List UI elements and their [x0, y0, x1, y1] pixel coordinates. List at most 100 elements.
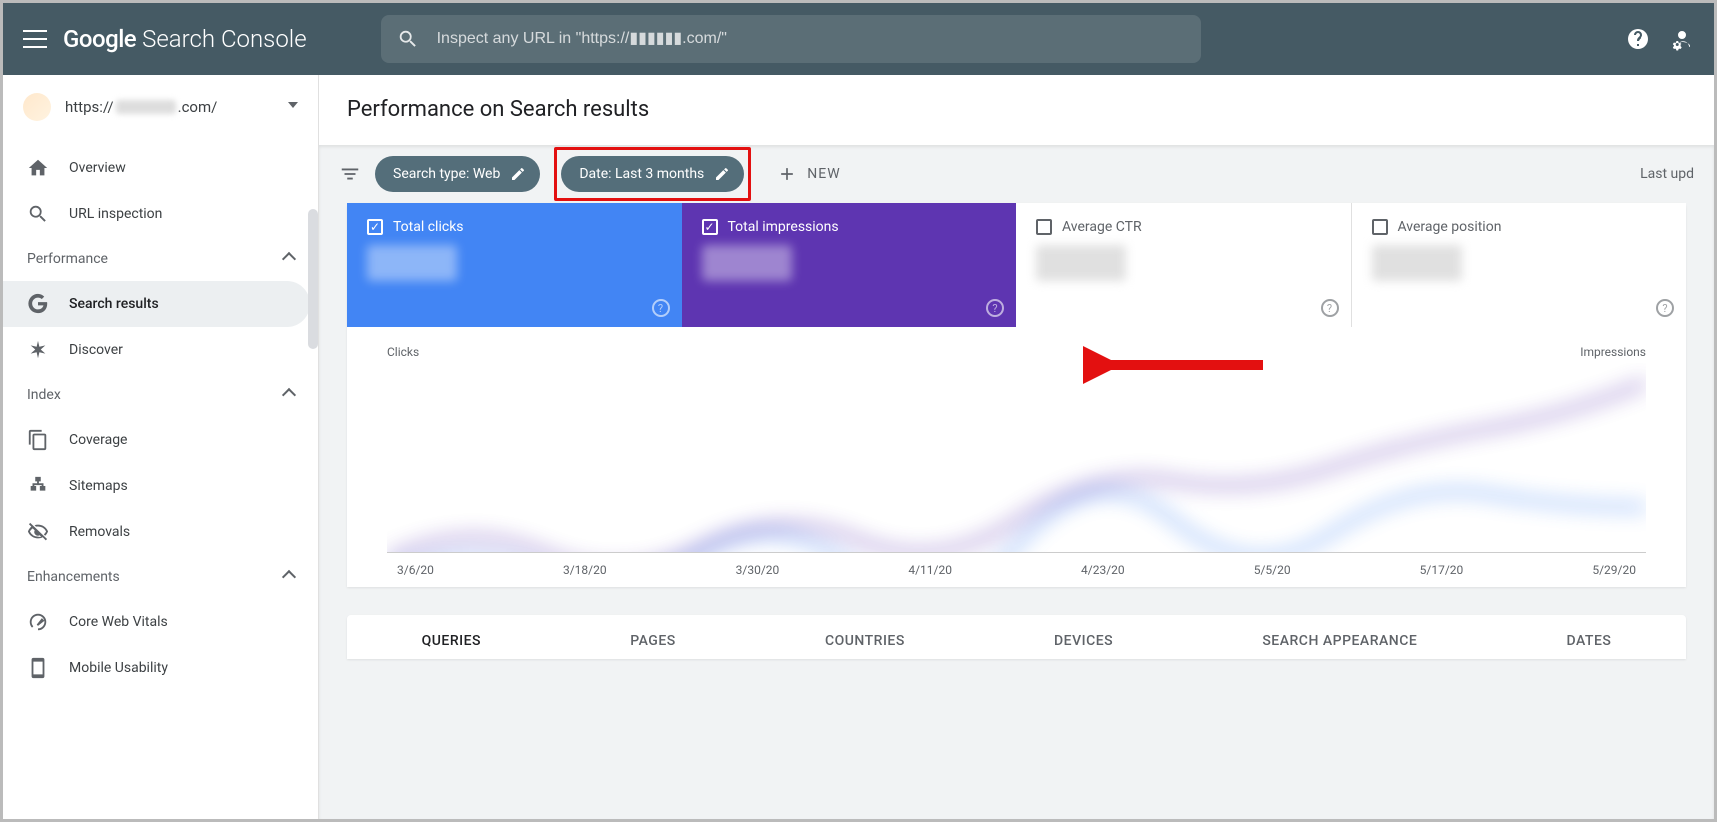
sidebar-item-label: Search results: [69, 296, 159, 312]
plus-icon: [777, 164, 797, 184]
metric-average-position[interactable]: Average position ?: [1352, 203, 1687, 327]
metric-value-redacted: [367, 245, 457, 281]
asterisk-icon: [27, 339, 49, 361]
help-icon[interactable]: ?: [652, 299, 670, 317]
sidebar-item-mobile-usability[interactable]: Mobile Usability: [3, 645, 310, 691]
menu-icon[interactable]: [23, 27, 47, 51]
property-selector[interactable]: https://.com/: [3, 75, 318, 139]
scrollbar[interactable]: [308, 209, 318, 349]
smartphone-icon: [27, 657, 49, 679]
checkbox-checked-icon: [367, 219, 383, 235]
sidebar-item-label: Sitemaps: [69, 478, 128, 494]
help-icon[interactable]: ?: [1321, 299, 1339, 317]
google-g-icon: [27, 293, 49, 315]
add-filter-button[interactable]: NEW: [777, 164, 840, 184]
edit-icon: [510, 166, 526, 182]
property-favicon: [23, 93, 51, 121]
property-url: https://.com/: [65, 98, 288, 116]
sidebar-item-coverage[interactable]: Coverage: [3, 417, 310, 463]
x-tick: 4/11/20: [908, 563, 952, 577]
product-logo: Google Search Console: [63, 25, 307, 53]
sidebar-group-performance[interactable]: Performance: [3, 237, 318, 281]
app-header: Google Search Console: [3, 3, 1714, 75]
metric-average-ctr[interactable]: Average CTR ?: [1016, 203, 1352, 327]
sidebar-item-removals[interactable]: Removals: [3, 509, 310, 555]
help-icon[interactable]: ?: [1656, 299, 1674, 317]
tab-pages[interactable]: PAGES: [620, 633, 686, 659]
visibility-off-icon: [27, 521, 49, 543]
chip-label: Date: Last 3 months: [579, 166, 704, 182]
metric-label: Total clicks: [393, 219, 464, 235]
sidebar-item-search-results[interactable]: Search results: [3, 281, 310, 327]
sidebar-item-label: Core Web Vitals: [69, 614, 168, 630]
copy-icon: [27, 429, 49, 451]
url-inspect-search[interactable]: [381, 15, 1201, 63]
help-icon[interactable]: [1626, 27, 1650, 51]
sidebar-item-core-web-vitals[interactable]: Core Web Vitals: [3, 599, 310, 645]
sidebar-item-overview[interactable]: Overview: [3, 145, 310, 191]
tab-search-appearance[interactable]: SEARCH APPEARANCE: [1252, 633, 1427, 659]
metric-value-redacted: [1036, 245, 1126, 281]
tab-dates[interactable]: DATES: [1557, 633, 1622, 659]
metrics-row: Total clicks ? Total impressions ? Avera…: [347, 203, 1686, 327]
sidebar-item-url-inspection[interactable]: URL inspection: [3, 191, 310, 237]
chart-lines-blurred: [387, 363, 1646, 553]
sidebar-item-label: Coverage: [69, 432, 127, 448]
performance-chart[interactable]: 0 0: [387, 363, 1646, 553]
sidebar-item-label: URL inspection: [69, 206, 162, 222]
home-icon: [27, 157, 49, 179]
tab-countries[interactable]: COUNTRIES: [815, 633, 915, 659]
chart-area: Clicks Impressions 0 0 3/6/203/18/203/30…: [347, 327, 1686, 587]
metric-label: Average position: [1398, 219, 1502, 235]
metric-total-clicks[interactable]: Total clicks ?: [347, 203, 682, 327]
chevron-up-icon: [282, 570, 296, 584]
x-tick: 3/30/20: [736, 563, 780, 577]
checkbox-unchecked-icon: [1372, 219, 1388, 235]
chip-search-type[interactable]: Search type: Web: [375, 156, 540, 192]
tab-devices[interactable]: DEVICES: [1044, 633, 1123, 659]
user-settings-icon[interactable]: [1670, 27, 1694, 51]
logo-google: Google: [63, 25, 136, 53]
sidebar-item-sitemaps[interactable]: Sitemaps: [3, 463, 310, 509]
x-tick: 5/17/20: [1420, 563, 1464, 577]
metric-value-redacted: [702, 245, 792, 281]
chart-x-axis: 3/6/203/18/203/30/204/11/204/23/205/5/20…: [387, 553, 1646, 577]
dimension-tabs-card: QUERIES PAGES COUNTRIES DEVICES SEARCH APPEA…: [347, 615, 1686, 659]
search-icon: [27, 203, 49, 225]
chart-y-left-label: Clicks: [387, 345, 419, 359]
chip-label: Search type: Web: [393, 166, 500, 182]
metric-total-impressions[interactable]: Total impressions ?: [682, 203, 1017, 327]
checkbox-unchecked-icon: [1036, 219, 1052, 235]
sidebar-item-label: Discover: [69, 342, 123, 358]
metric-label: Average CTR: [1062, 219, 1142, 235]
checkbox-checked-icon: [702, 219, 718, 235]
sidebar-group-label: Performance: [27, 251, 108, 267]
chevron-down-icon: [288, 102, 298, 112]
speed-icon: [27, 611, 49, 633]
chip-date-range[interactable]: Date: Last 3 months: [561, 156, 744, 192]
sitemap-icon: [27, 475, 49, 497]
x-tick: 5/5/20: [1254, 563, 1291, 577]
sidebar: https://.com/ Overview URL inspection Pe…: [3, 75, 319, 819]
sidebar-item-label: Overview: [69, 160, 126, 176]
edit-icon: [714, 166, 730, 182]
sidebar-group-label: Enhancements: [27, 569, 120, 585]
filter-icon[interactable]: [339, 163, 361, 185]
sidebar-item-discover[interactable]: Discover: [3, 327, 310, 373]
tab-queries[interactable]: QUERIES: [412, 633, 491, 659]
metric-value-redacted: [1372, 245, 1462, 281]
metric-label: Total impressions: [728, 219, 839, 235]
add-filter-label: NEW: [807, 166, 840, 182]
main-content: Performance on Search results Search typ…: [319, 75, 1714, 819]
sidebar-group-enhancements[interactable]: Enhancements: [3, 555, 318, 599]
logo-search-console: Search Console: [142, 25, 306, 53]
help-icon[interactable]: ?: [986, 299, 1004, 317]
filter-bar: Search type: Web Date: Last 3 months NEW…: [319, 145, 1714, 203]
sidebar-group-index[interactable]: Index: [3, 373, 318, 417]
search-icon: [397, 28, 419, 50]
chart-y-right-label: Impressions: [1580, 345, 1646, 359]
x-tick: 4/23/20: [1081, 563, 1125, 577]
search-input[interactable]: [437, 30, 1185, 48]
sidebar-group-label: Index: [27, 387, 61, 403]
performance-card: Total clicks ? Total impressions ? Avera…: [347, 203, 1686, 587]
